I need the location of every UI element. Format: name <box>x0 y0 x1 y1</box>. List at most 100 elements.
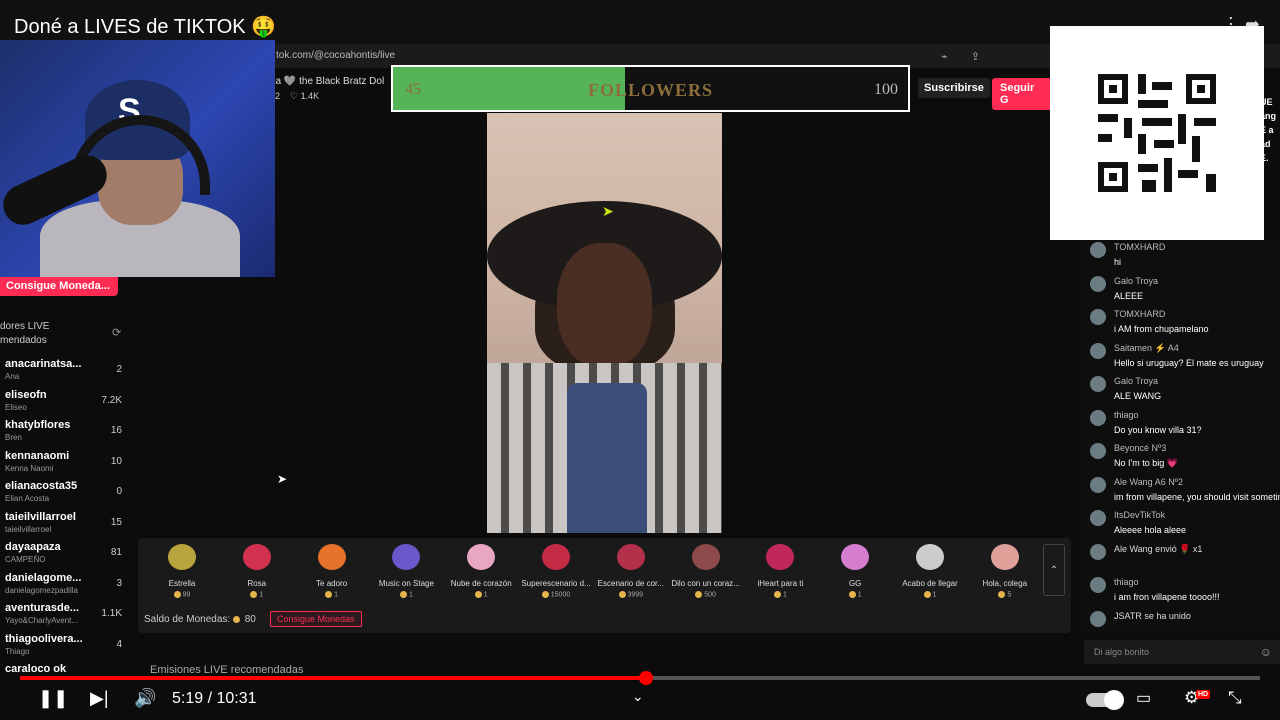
host-username: thiagoolivera... <box>5 632 83 645</box>
volume-icon[interactable]: 🔊 <box>134 688 156 709</box>
video-player[interactable]: tok.com/@cocoahontis/live ⌁ ⇪ Doné a LIV… <box>0 0 1280 720</box>
get-coins-button[interactable]: Consigue Moneda... <box>0 277 118 296</box>
gift-item[interactable]: Superescenario d... 15000 <box>520 544 592 598</box>
avatar[interactable] <box>1090 443 1106 459</box>
time-display: 5:19 / 10:31 <box>172 690 257 707</box>
chat-username[interactable]: Galo Troya <box>1114 276 1158 286</box>
gift-expand-button[interactable]: ⌃ <box>1043 544 1065 596</box>
gift-item[interactable]: iHeart para ti 1 <box>744 544 816 598</box>
sidebar-heading: dores LIVE mendados <box>0 320 125 348</box>
chat-input[interactable]: Di algo bonito ☺ <box>1084 640 1280 664</box>
gift-price: 1 <box>370 591 442 598</box>
sidebar-host-item[interactable]: aventurasde... Yayo&CharlyAvent... 1.1K <box>0 602 130 633</box>
coin-icon <box>541 591 549 598</box>
gift-item[interactable]: Escenario de cor... 3999 <box>595 544 667 598</box>
gift-price: 500 <box>670 591 742 598</box>
gift-name: iHeart para ti <box>757 579 804 588</box>
gift-icon <box>467 544 496 570</box>
host-username: eliseofn <box>5 388 47 401</box>
sidebar-host-item[interactable]: elianacosta35 Elian Acosta 0 <box>0 480 130 511</box>
host-display-name: Bren <box>5 433 22 442</box>
chat-system-text: JSATR se ha unido <box>1114 610 1191 621</box>
avatar[interactable] <box>1090 342 1106 359</box>
gift-icon <box>916 544 944 570</box>
gift-name: Acabo de llegar <box>902 579 958 588</box>
chat-username[interactable]: Galo Troya <box>1114 376 1158 386</box>
sidebar-host-item[interactable]: dayaapaza CAMPEÑO 81 <box>0 541 130 572</box>
chat-username[interactable]: Ale Wang A6 Nº2 <box>1114 477 1183 487</box>
host-username: aventurasde... <box>5 602 79 614</box>
chat-message: Galo Troya ALE WANG <box>1080 374 1280 408</box>
emoji-icon[interactable]: ☺ <box>1260 645 1272 659</box>
captions-icon[interactable]: ▭ <box>1136 688 1151 708</box>
gift-name: Te adoro <box>316 579 348 588</box>
chat-message: TOMXHARD hi <box>1080 240 1280 274</box>
gift-item[interactable]: Rosa 1 <box>221 544 293 598</box>
coin-icon <box>773 591 781 598</box>
gift-price: 1 <box>296 591 368 598</box>
sidebar-host-item[interactable]: anacarinatsa... Ana 2 <box>0 358 130 389</box>
live-stream-video[interactable] <box>487 113 722 533</box>
gift-icon <box>392 544 421 570</box>
avatar[interactable] <box>1090 309 1106 325</box>
exit-fullscreen-icon[interactable]: ⤡ <box>1228 688 1242 708</box>
avatar[interactable] <box>1090 610 1106 627</box>
gift-item[interactable]: GG 1 <box>819 544 891 598</box>
autoplay-toggle[interactable] <box>1086 690 1124 710</box>
host-viewer-count: 2 <box>116 364 122 375</box>
avatar[interactable] <box>1090 543 1106 560</box>
gift-item[interactable]: Dilo con un coraz... 500 <box>670 544 742 598</box>
avatar[interactable] <box>1090 409 1106 426</box>
host-display-name: Thiago <box>5 646 30 656</box>
chat-username[interactable]: Beyoncé Nº3 <box>1114 443 1166 453</box>
chat-message: Beyoncé Nº3 No I'm to big 💗 <box>1080 441 1280 475</box>
chat-username[interactable]: Saitamen ⚡ A4 <box>1114 343 1179 354</box>
next-icon[interactable]: ▶| <box>90 688 109 709</box>
subscribe-button[interactable]: Suscribirse <box>918 78 990 98</box>
sidebar-host-item[interactable]: danielagome... danielagomezpadilla 3 <box>0 572 130 603</box>
chat-username[interactable]: thiago <box>1114 577 1139 587</box>
recharge-button[interactable]: Consigue Monedas <box>270 611 362 627</box>
host-username: khatybflores <box>5 419 71 431</box>
sidebar-host-item[interactable]: kennanaomi Kenna Naomi 10 <box>0 450 130 481</box>
refresh-icon[interactable]: ⟳ <box>112 326 121 339</box>
chat-username[interactable]: TOMXHARD <box>1114 242 1165 252</box>
gift-item[interactable]: Te adoro 1 <box>296 544 368 598</box>
video-progress-bar[interactable] <box>20 671 1260 685</box>
gift-item[interactable]: Acabo de llegar 1 <box>894 544 966 598</box>
goal-label: FOLLOWERS <box>587 80 714 100</box>
avatar[interactable] <box>1090 476 1106 493</box>
avatar[interactable] <box>1090 510 1106 526</box>
host-display-name: Ana <box>5 372 20 381</box>
host-name[interactable]: oa 🩶 the Black Bratz Dol <box>270 76 384 87</box>
avatar[interactable] <box>1090 376 1106 392</box>
follow-button[interactable]: Seguir G <box>992 78 1052 110</box>
host-username: caraloco ok <box>5 663 67 675</box>
host-username: anacarinatsa... <box>5 358 82 370</box>
coin-icon <box>325 591 333 598</box>
sidebar-host-item[interactable]: thiagoolivera... Thiago 4 <box>0 633 130 664</box>
chevron-down-icon[interactable]: ⌄ <box>632 688 644 705</box>
host-username: dayaapaza <box>5 541 61 553</box>
chat-username[interactable]: TOMXHARD <box>1114 309 1165 319</box>
avatar[interactable] <box>1090 242 1106 258</box>
sidebar-host-item[interactable]: eliseofn Eliseo 7.2K <box>0 389 130 420</box>
gift-price-value: 1 <box>782 591 787 599</box>
host-viewer-count: 16 <box>110 425 122 436</box>
avatar[interactable] <box>1090 275 1106 292</box>
chat-text: ALE WANG <box>1114 391 1162 401</box>
sidebar-host-item[interactable]: khatybflores Bren 16 <box>0 419 130 450</box>
avatar[interactable] <box>1090 577 1106 593</box>
gift-item[interactable]: Nube de corazón 1 <box>445 544 517 598</box>
chat-username[interactable]: thiago <box>1114 410 1139 420</box>
gift-item[interactable]: Music on Stage 1 <box>370 544 442 598</box>
gift-price-value: 5 <box>1007 591 1012 599</box>
chat-username[interactable]: ItsDevTikTok <box>1114 510 1165 520</box>
progress-scrubber[interactable] <box>639 671 654 685</box>
gift-item[interactable]: Estrella 99 <box>146 544 218 598</box>
gift-name: Hola, colega <box>982 579 1028 588</box>
pause-icon[interactable]: ❚❚ <box>38 688 68 709</box>
sidebar-host-item[interactable]: taieilvillarroel taieilvillarroel 15 <box>0 511 130 542</box>
gift-item[interactable]: Hola, colega 5 <box>969 544 1041 598</box>
browser-toolbar-icons[interactable]: ⌁ ⇪ <box>941 50 990 63</box>
